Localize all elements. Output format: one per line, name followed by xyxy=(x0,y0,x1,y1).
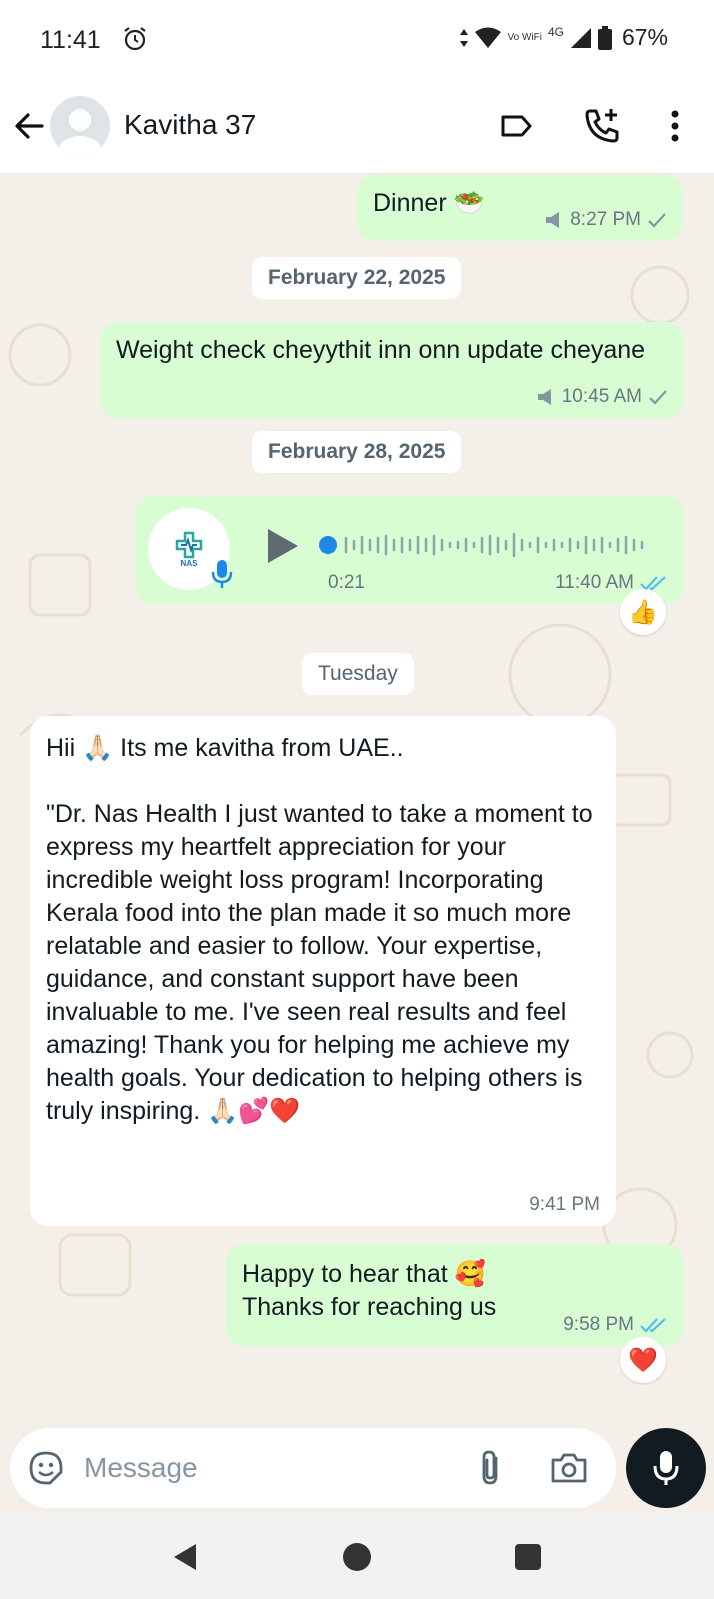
wifi-icon xyxy=(475,27,502,48)
more-vert-icon[interactable] xyxy=(660,108,690,144)
date-divider: February 28, 2025 xyxy=(252,431,462,473)
outgoing-message[interactable]: Happy to hear that 🥰 Thanks for reaching… xyxy=(226,1244,684,1346)
nav-recents-icon[interactable] xyxy=(514,1543,542,1571)
battery-icon xyxy=(597,25,612,50)
single-tick-icon xyxy=(648,213,666,228)
chat-header: Kavitha 37 xyxy=(0,80,714,174)
message-text: Hii 🙏🏻 Its me kavitha from UAE.. "Dr. Na… xyxy=(46,734,593,1125)
outgoing-message[interactable]: Weight check cheyythit inn onn update ch… xyxy=(100,322,684,418)
message-meta: 8:27 PM xyxy=(544,209,667,231)
message-text: Happy to hear that 🥰 Thanks for reaching… xyxy=(242,1260,497,1321)
voice-avatar-label: NAS xyxy=(180,558,198,568)
message-time: 9:58 PM xyxy=(563,1314,634,1335)
message-text: Weight check cheyythit inn onn update ch… xyxy=(116,336,646,364)
message-meta: 9:41 PM xyxy=(529,1194,600,1216)
avatar[interactable] xyxy=(50,96,110,156)
single-tick-icon xyxy=(649,390,667,405)
back-arrow-icon[interactable] xyxy=(12,108,48,144)
voice-record-button[interactable] xyxy=(626,1428,706,1508)
message-composer: Message xyxy=(10,1428,616,1508)
network-type: 4G xyxy=(547,24,564,39)
message-time: 11:40 AM xyxy=(555,572,634,593)
chat-area[interactable]: Dinner 🥗 8:27 PM February 22, 2025 Weigh… xyxy=(0,175,714,1425)
reaction-badge[interactable]: 👍 xyxy=(620,589,666,635)
volte-label: Vo WiFi xyxy=(507,31,542,43)
voice-waveform[interactable] xyxy=(318,530,658,560)
contact-name[interactable]: Kavitha 37 xyxy=(124,109,256,141)
label-icon[interactable] xyxy=(498,108,534,144)
double-tick-read-icon xyxy=(640,1318,666,1333)
mic-badge-icon xyxy=(211,560,233,588)
play-icon[interactable] xyxy=(264,526,300,566)
attach-icon[interactable] xyxy=(476,1448,506,1488)
mic-icon xyxy=(653,1451,679,1485)
nas-logo-icon xyxy=(175,531,203,558)
alarm-icon xyxy=(124,27,146,51)
signal-icon xyxy=(570,27,591,48)
status-bar: 11:41 Vo WiFi 4G 67% xyxy=(0,0,714,80)
broadcast-icon xyxy=(546,212,560,228)
voice-message[interactable]: NAS 0:21 11:40 AM xyxy=(136,496,684,604)
nav-home-icon[interactable] xyxy=(342,1542,372,1572)
message-time: 8:27 PM xyxy=(570,209,641,230)
call-add-icon[interactable] xyxy=(582,106,622,146)
date-divider: February 22, 2025 xyxy=(252,257,462,299)
message-input[interactable]: Message xyxy=(84,1452,198,1484)
message-meta: 9:58 PM xyxy=(563,1314,668,1336)
status-icons: Vo WiFi 4G 67% xyxy=(459,24,668,51)
voice-duration: 0:21 xyxy=(328,572,365,593)
sticker-emoji-icon[interactable] xyxy=(28,1450,64,1486)
date-divider: Tuesday xyxy=(302,653,414,695)
nav-back-icon[interactable] xyxy=(170,1542,200,1572)
message-time: 9:41 PM xyxy=(529,1194,600,1215)
broadcast-icon xyxy=(537,389,551,405)
reaction-badge[interactable]: ❤️ xyxy=(620,1337,666,1383)
outgoing-message[interactable]: Dinner 🥗 8:27 PM xyxy=(357,175,683,241)
status-time: 11:41 xyxy=(40,26,101,54)
battery-percent: 67% xyxy=(621,24,668,50)
message-meta: 10:45 AM xyxy=(536,386,668,408)
default-avatar-icon xyxy=(58,109,102,156)
system-nav-bar xyxy=(0,1514,714,1599)
camera-icon[interactable] xyxy=(550,1450,588,1486)
data-transfer-icon xyxy=(460,28,469,47)
message-time: 10:45 AM xyxy=(561,386,642,407)
incoming-message[interactable]: Hii 🙏🏻 Its me kavitha from UAE.. "Dr. Na… xyxy=(30,716,616,1226)
